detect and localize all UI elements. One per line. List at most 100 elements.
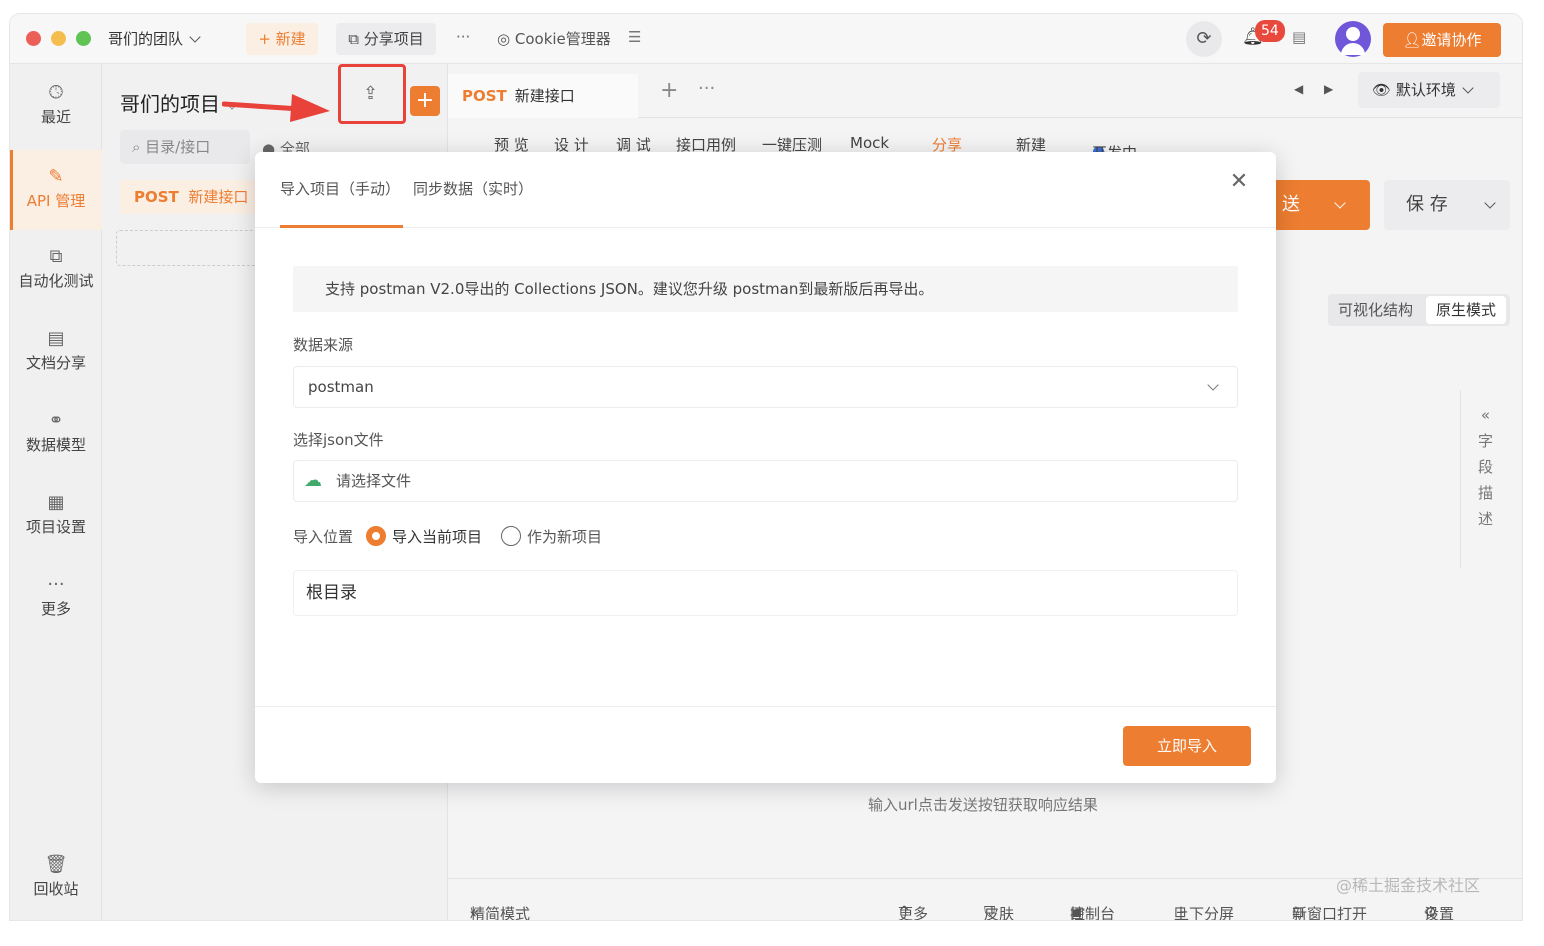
field-description-panel[interactable]: « 字 段 描 述: [1460, 390, 1510, 568]
api-name: 新建接口: [188, 188, 249, 206]
search-input[interactable]: ⌕ 目录/接口: [120, 130, 250, 164]
cloud-upload-icon: ☁: [304, 470, 322, 491]
maximize-window-button[interactable]: [76, 31, 91, 46]
sidebar-item-automation[interactable]: ⧉ 自动化测试: [10, 244, 102, 300]
project-title: 哥们的项目: [120, 92, 220, 116]
user-icon: 👤︎: [1402, 31, 1422, 49]
message-icon[interactable]: ▤: [1292, 28, 1306, 46]
field-desc-char: 段: [1477, 458, 1493, 476]
skin-label: 皮肤: [984, 905, 1015, 920]
target-folder-select[interactable]: 根目录: [293, 570, 1238, 616]
trash-icon: 🗑︎: [44, 854, 68, 875]
watermark: @稀土掘金技术社区: [1336, 876, 1481, 895]
api-method: POST: [134, 188, 179, 206]
team-name: 哥们的团队: [108, 30, 184, 48]
data-source-value: postman: [308, 378, 374, 396]
tab-visual-structure[interactable]: 可视化结构: [1338, 294, 1413, 326]
sidebar-item-label: API 管理: [26, 192, 86, 210]
close-icon[interactable]: ✕: [1227, 170, 1251, 194]
upload-icon[interactable]: ⇪: [363, 83, 378, 104]
more-menu-button[interactable]: ···: [456, 28, 470, 46]
app-window: 哥们的团队 + 新建 ⧉ 分享项目 ··· ◎ Cookie管理器 ☰ ⟳ 🔔︎…: [10, 14, 1522, 920]
sync-icon[interactable]: ⟳: [1186, 21, 1222, 57]
tab-new-api[interactable]: POST 新建接口: [448, 74, 638, 118]
more-label: 更多: [898, 905, 929, 920]
file-picker[interactable]: ☁ 请选择文件: [293, 460, 1238, 502]
sidebar-item-recent[interactable]: 🕓︎ 最近: [10, 78, 102, 134]
sidebar-item-doc-share[interactable]: ▤ 文档分享: [10, 326, 102, 382]
tab-more-icon[interactable]: ···: [698, 78, 715, 99]
environment-select[interactable]: 👁︎ 默认环境: [1358, 72, 1500, 108]
save-label: 保 存: [1406, 194, 1448, 215]
sidebar-item-project-settings[interactable]: ▦ 项目设置: [10, 490, 102, 546]
field-desc-char: 述: [1477, 510, 1493, 528]
file-label: 选择json文件: [293, 431, 384, 449]
tab-mock[interactable]: Mock: [850, 134, 889, 152]
sidebar-item-data-model[interactable]: ⚭ 数据模型: [10, 408, 102, 464]
sidebar-item-label: 数据模型: [25, 436, 86, 454]
sidebar-item-label: 最近: [40, 108, 71, 126]
split-label: 上下分屏: [1174, 905, 1235, 920]
tab-method: POST: [462, 87, 507, 105]
save-button[interactable]: 保 存: [1384, 180, 1510, 230]
clock-icon: 🕓︎: [48, 82, 64, 103]
sidebar-item-trash[interactable]: 🗑︎ 回收站: [10, 852, 102, 908]
environment-label: 默认环境: [1395, 81, 1456, 99]
sidebar-item-label: 文档分享: [25, 354, 86, 372]
sidebar-item-label: 项目设置: [25, 518, 86, 536]
edit-icon: ✎: [48, 166, 64, 187]
chevron-down-icon: [1334, 197, 1346, 209]
data-source-select[interactable]: postman: [293, 366, 1238, 408]
position-label: 导入位置: [293, 528, 354, 546]
double-chevron-left-icon: «: [1480, 406, 1491, 424]
console-label: 控制台: [1070, 905, 1116, 920]
request-tab-bar: POST 新建接口 + ··· ◀ ▶ 👁︎ 默认环境: [448, 64, 1522, 118]
option-current-label[interactable]: 导入当前项目: [392, 526, 482, 547]
model-icon: ⚭: [48, 410, 64, 431]
field-desc-char: 描: [1477, 484, 1493, 502]
share-project-button[interactable]: ⧉ 分享项目: [336, 23, 436, 55]
tab-prev-icon[interactable]: ◀: [1294, 82, 1303, 96]
option-new-label[interactable]: 作为新项目: [527, 526, 602, 547]
invite-collaboration-button[interactable]: 👤︎邀请协作: [1383, 23, 1501, 57]
import-highlight-box: ⇪: [338, 64, 406, 124]
radio-new-project[interactable]: [501, 526, 521, 546]
api-list-item[interactable]: POST 新建接口: [120, 180, 270, 214]
response-hint: 输入url点击发送按钮获取响应结果: [868, 796, 1098, 814]
team-selector[interactable]: 哥们的团队: [108, 28, 201, 49]
import-now-button[interactable]: 立即导入: [1123, 726, 1251, 766]
minimize-window-button[interactable]: [51, 31, 66, 46]
tab-raw-mode[interactable]: 原生模式: [1426, 296, 1507, 324]
eye-icon: 👁︎: [1372, 81, 1396, 99]
radio-current-project[interactable]: [366, 526, 386, 546]
share-icon: ⧉: [348, 30, 364, 48]
chevron-down-icon: [1462, 82, 1474, 94]
more-icon: ···: [47, 574, 65, 595]
project-selector[interactable]: 哥们的项目: [120, 88, 238, 117]
chevron-down-icon: [1484, 197, 1496, 209]
flow-icon: ⧉: [49, 246, 63, 267]
user-avatar[interactable]: [1335, 21, 1371, 57]
active-tab-indicator: [280, 225, 403, 228]
sidebar-item-more[interactable]: ··· 更多: [10, 572, 102, 628]
settings-doc-icon: ▦: [47, 492, 65, 513]
new-button[interactable]: + 新建: [246, 23, 318, 55]
collapse-list-icon[interactable]: ☰: [628, 28, 641, 46]
tab-next-icon[interactable]: ▶: [1324, 82, 1333, 96]
sidebar-item-label: 回收站: [33, 880, 79, 898]
tab-import-manual[interactable]: 导入项目（手动）: [280, 178, 400, 199]
tab-sync-realtime[interactable]: 同步数据（实时）: [413, 178, 533, 199]
add-button[interactable]: +: [410, 86, 440, 116]
cookie-manager-label: Cookie管理器: [514, 30, 611, 48]
sidebar-item-api-management[interactable]: ✎ API 管理: [10, 150, 102, 230]
search-icon: ⌕: [132, 138, 146, 156]
target-folder-value: 根目录: [306, 583, 357, 603]
add-tab-icon[interactable]: +: [660, 78, 678, 103]
dialog-tabs: 导入项目（手动） 同步数据（实时）: [255, 152, 1276, 228]
import-dialog: 导入项目（手动） 同步数据（实时） ✕ 支持 postman V2.0导出的 C…: [255, 152, 1276, 783]
title-bar: 哥们的团队 + 新建 ⧉ 分享项目 ··· ◎ Cookie管理器 ☰ ⟳ 🔔︎…: [10, 14, 1522, 64]
cookie-manager-button[interactable]: ◎ Cookie管理器: [497, 28, 611, 49]
close-window-button[interactable]: [26, 31, 41, 46]
send-button[interactable]: 送: [1268, 180, 1370, 230]
share-project-label: 分享项目: [363, 30, 424, 48]
